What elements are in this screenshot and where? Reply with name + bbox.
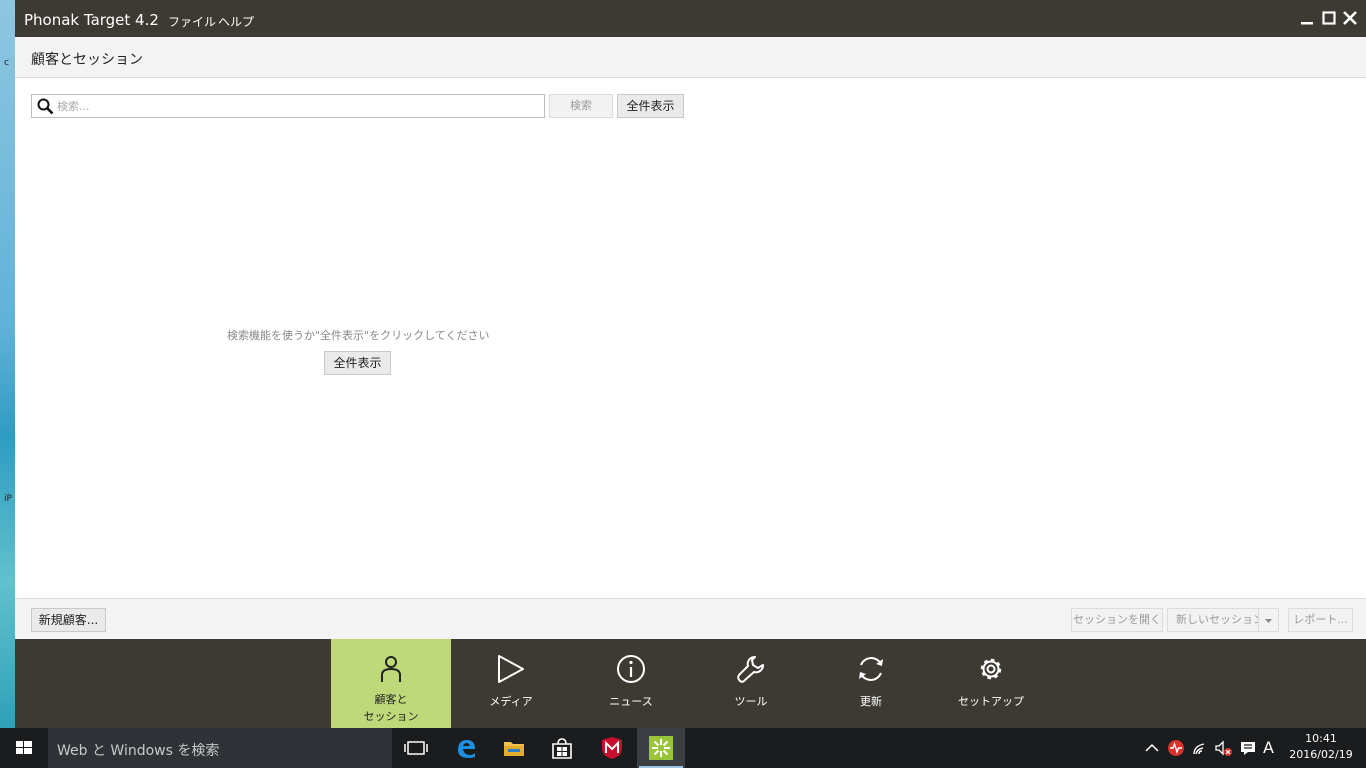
desktop-icon-label: c: [4, 58, 9, 68]
store-button[interactable]: [538, 728, 586, 768]
search-icon: [37, 98, 54, 115]
maximize-icon: [1322, 11, 1336, 25]
nav-label: メディア: [489, 695, 533, 708]
nav-label-line: 顧客と: [374, 693, 408, 706]
menu-help[interactable]: ヘルプ: [218, 13, 254, 30]
page-title: 顧客とセッション: [31, 52, 143, 68]
show-all-button[interactable]: 全件表示: [617, 94, 684, 118]
tray-network[interactable]: [1192, 738, 1210, 758]
taskbar-search-box[interactable]: Web と Windows を検索: [48, 728, 392, 768]
title-bar: Phonak Target 4.2 ファイル ヘルプ: [15, 0, 1366, 37]
nav-label: 更新: [860, 695, 882, 708]
menu-file[interactable]: ファイル: [168, 13, 216, 30]
clock-date: 2016/02/19: [1289, 748, 1353, 761]
person-icon: [381, 656, 401, 682]
nav-update[interactable]: 更新: [811, 639, 931, 728]
chevron-down-icon: [1265, 619, 1272, 623]
nav-media[interactable]: メディア: [451, 639, 571, 728]
section-header: 顧客とセッション: [15, 37, 1366, 78]
show-hidden-icons-button[interactable]: [1143, 738, 1161, 758]
play-icon: [498, 655, 524, 683]
phonak-target-taskbar-button[interactable]: [637, 728, 685, 768]
report-button[interactable]: レポート...: [1288, 608, 1353, 632]
store-icon: [552, 738, 572, 759]
speaker-muted-icon: [1215, 740, 1232, 756]
new-session-dropdown[interactable]: [1258, 608, 1279, 632]
tray-action-center[interactable]: [1239, 738, 1257, 758]
action-bar: 新規顧客... セッションを開く 新しいセッション レポート...: [15, 598, 1366, 639]
edge-browser-button[interactable]: [442, 728, 490, 768]
nav-label: ニュース: [609, 695, 653, 708]
close-icon: [1343, 11, 1357, 25]
nav-clients-sessions[interactable]: 顧客と セッション: [331, 639, 451, 728]
edge-icon: [458, 740, 475, 758]
empty-state-hint: 検索機能を使うか"全件表示"をクリックしてください: [227, 329, 490, 342]
nav-label: セットアップ: [958, 695, 1024, 708]
phonak-target-icon: [649, 736, 673, 760]
ime-indicator[interactable]: A: [1263, 738, 1281, 758]
start-button[interactable]: [0, 728, 48, 768]
taskbar: Web と Windows を検索 A 10:41 2016/02/19: [0, 728, 1366, 768]
clock-time: 10:41: [1305, 732, 1337, 745]
gear-icon: [980, 658, 1002, 680]
minimize-icon: [1301, 22, 1313, 25]
app-title: Phonak Target 4.2: [24, 11, 159, 29]
close-button[interactable]: [1341, 9, 1359, 27]
file-explorer-button[interactable]: [490, 728, 538, 768]
main-navigation: 顧客と セッション メディア ニュース ツール 更新 セットアップ: [15, 639, 1366, 728]
nav-label: 顧客と セッション: [331, 691, 451, 725]
windows-logo-icon: [16, 741, 32, 754]
folder-icon: [504, 742, 524, 756]
nav-news[interactable]: ニュース: [571, 639, 691, 728]
wifi-icon: [1193, 743, 1205, 755]
minimize-button[interactable]: [1298, 9, 1316, 27]
info-icon: [617, 655, 645, 683]
mcafee-button[interactable]: [588, 728, 636, 768]
pulse-status-icon: [1168, 740, 1184, 756]
show-all-center-button[interactable]: 全件表示: [324, 351, 391, 375]
task-view-button[interactable]: [392, 728, 440, 768]
mcafee-shield-icon: [602, 737, 622, 759]
task-view-icon: [404, 741, 428, 755]
nav-label-line: セッション: [363, 710, 419, 723]
notification-icon: [1241, 742, 1255, 755]
tray-antivirus-status[interactable]: [1167, 738, 1185, 758]
tray-volume[interactable]: [1214, 738, 1232, 758]
taskbar-search-placeholder: Web と Windows を検索: [57, 743, 220, 759]
open-session-button[interactable]: セッションを開く: [1071, 608, 1163, 632]
refresh-icon: [859, 657, 883, 681]
search-box[interactable]: [31, 94, 545, 118]
maximize-button[interactable]: [1320, 9, 1338, 27]
app-window: Phonak Target 4.2 ファイル ヘルプ 顧客とセッション 検索 全…: [15, 0, 1366, 728]
desktop-icon-label: iP: [4, 494, 12, 504]
nav-label: ツール: [734, 695, 768, 708]
wrench-icon: [737, 656, 764, 683]
search-input[interactable]: [57, 97, 537, 115]
nav-tools[interactable]: ツール: [691, 639, 811, 728]
new-session-label: 新しいセッション: [1176, 613, 1264, 626]
nav-setup[interactable]: セットアップ: [931, 639, 1051, 728]
new-client-button[interactable]: 新規顧客...: [31, 608, 106, 632]
desktop-background: c iP: [0, 0, 15, 728]
taskbar-clock[interactable]: 10:41 2016/02/19: [1286, 731, 1356, 763]
chevron-up-icon: [1145, 743, 1159, 752]
search-button[interactable]: 検索: [549, 94, 613, 118]
